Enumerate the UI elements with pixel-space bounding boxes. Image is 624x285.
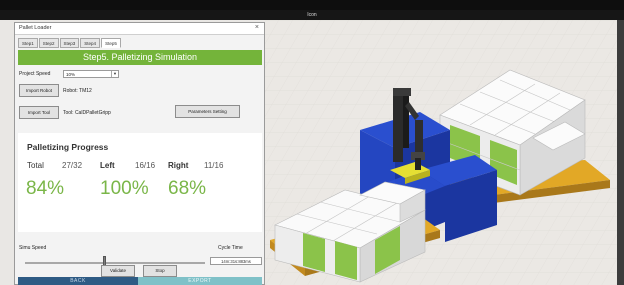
step-tabs: Step1 Step2 Step3 Step4 Step5	[18, 38, 121, 48]
validate-button[interactable]: Validate	[101, 265, 135, 277]
right-percent: 68%	[168, 178, 207, 199]
import-robot-button[interactable]: Import Robot	[19, 84, 59, 97]
outer-window-strip	[0, 0, 624, 10]
robot-info: Robot: TM12	[63, 88, 92, 94]
cycle-time-display: 14m:31s:883ms	[210, 257, 262, 265]
app-title-bar: Icon	[0, 10, 624, 20]
stop-button[interactable]: Stop	[143, 265, 177, 277]
progress-title: Palletizing Progress	[27, 142, 109, 152]
dialog-title: Pallet Loader	[19, 25, 52, 31]
dialog-titlebar: Pallet Loader ×	[15, 23, 264, 35]
simulation-viewport[interactable]	[265, 20, 624, 285]
import-tool-button[interactable]: Import Tool	[19, 106, 59, 119]
project-speed-select[interactable]: 10% ▼	[63, 70, 119, 78]
tab-step5[interactable]: Step5	[101, 38, 121, 48]
left-percent: 100%	[100, 178, 149, 199]
cycle-time-label: Cycle Time	[218, 245, 243, 251]
project-speed-value: 10%	[66, 72, 76, 77]
back-button[interactable]: BACK	[18, 277, 138, 285]
total-label: Total	[27, 161, 44, 170]
pallet-loader-dialog: Pallet Loader × Step1 Step2 Step3 Step4 …	[14, 22, 265, 285]
tab-step3[interactable]: Step3	[59, 38, 80, 48]
parameters-setting-button[interactable]: Parameters Setting	[175, 105, 240, 118]
project-speed-label: Project Speed	[19, 71, 51, 77]
simu-speed-slider[interactable]	[25, 262, 205, 264]
tab-step1[interactable]: Step1	[18, 38, 38, 48]
tab-step4[interactable]: Step4	[80, 38, 101, 48]
right-count: 11/16	[204, 161, 224, 170]
total-count: 27/32	[62, 161, 83, 170]
step-banner: Step5. Palletizing Simulation	[18, 50, 262, 65]
total-percent: 84%	[26, 178, 65, 199]
chevron-down-icon: ▼	[111, 71, 118, 77]
tab-step2[interactable]: Step2	[38, 38, 59, 48]
right-label: Right	[168, 161, 189, 170]
export-button[interactable]: EXPORT	[138, 277, 262, 285]
tool-info: Tool: CalDPalletGripp	[63, 110, 111, 116]
simu-speed-label: Simu Speed	[19, 245, 47, 251]
palletizing-progress-panel: Palletizing Progress Total 27/32 Left 16…	[18, 133, 262, 232]
close-icon[interactable]: ×	[255, 24, 259, 31]
palletizing-3d-scene	[265, 20, 624, 285]
dialog-footer: BACK EXPORT	[18, 277, 262, 285]
left-count: 16/16	[135, 161, 156, 170]
left-label: Left	[100, 161, 115, 170]
